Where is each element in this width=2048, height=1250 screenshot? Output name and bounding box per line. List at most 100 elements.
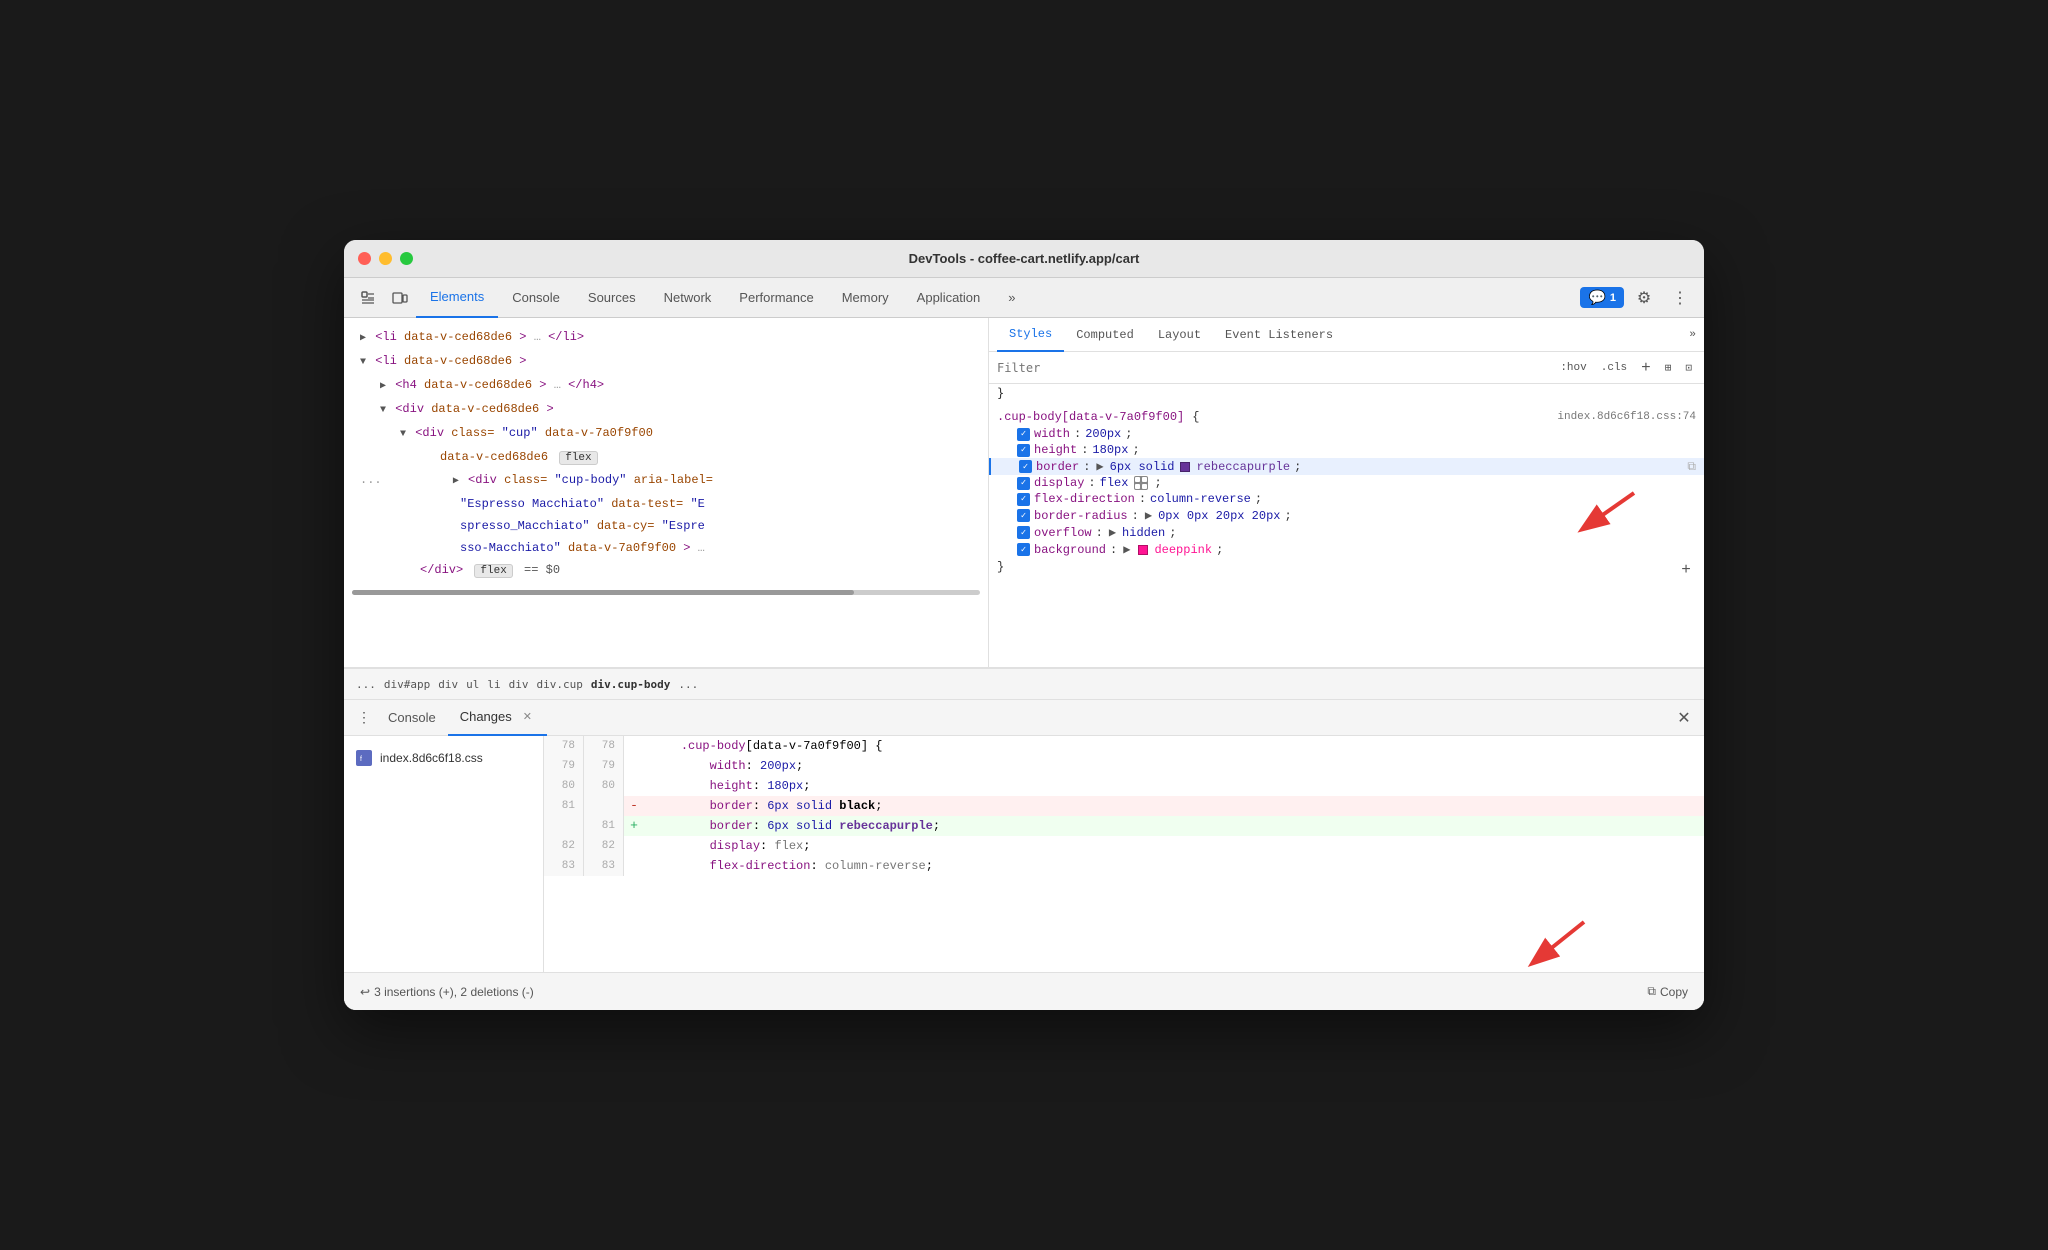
css-property-overflow: overflow : ▶ hidden ; bbox=[989, 524, 1704, 541]
expand-arrow-icon[interactable]: ▼ bbox=[360, 357, 366, 368]
tab-performance[interactable]: Performance bbox=[725, 278, 827, 318]
changes-content: f index.8d6c6f18.css 78 78 .cup-body[dat… bbox=[344, 736, 1704, 972]
expand-arrow-icon[interactable]: ▼ bbox=[380, 405, 386, 416]
expand-arrow-icon[interactable]: ▶ bbox=[380, 381, 386, 392]
cls-button[interactable]: .cls bbox=[1597, 361, 1631, 375]
breadcrumb-item-divcup[interactable]: div.cup bbox=[532, 678, 586, 691]
tab-console-bottom[interactable]: Console bbox=[376, 700, 448, 736]
copy-button[interactable]: ⧉ Copy bbox=[1647, 984, 1688, 999]
tab-application[interactable]: Application bbox=[903, 278, 995, 318]
tab-event-listeners[interactable]: Event Listeners bbox=[1213, 318, 1345, 352]
breadcrumb-item-div2[interactable]: div bbox=[505, 678, 533, 691]
css-checkbox-overflow[interactable] bbox=[1017, 526, 1030, 539]
tab-console[interactable]: Console bbox=[498, 278, 574, 318]
css-checkbox-display[interactable] bbox=[1017, 477, 1030, 490]
copy-text: Copy bbox=[1660, 985, 1688, 999]
toggle-icon[interactable]: ⊞ bbox=[1661, 360, 1676, 376]
dom-line[interactable]: "Espresso Macchiato" data-test= "E bbox=[344, 493, 988, 515]
more-options-icon[interactable]: ⋮ bbox=[1664, 282, 1696, 314]
dom-line[interactable]: spresso_Macchiato" data-cy= "Espre bbox=[344, 515, 988, 537]
filter-input[interactable] bbox=[997, 361, 1548, 375]
tab-sources[interactable]: Sources bbox=[574, 278, 650, 318]
devtools-content: ▶ <li data-v-ced68de6 > … </li> ▼ <li da… bbox=[344, 318, 1704, 1010]
chat-button[interactable]: 💬 1 bbox=[1580, 287, 1624, 308]
sidebar-icon[interactable]: ⊡ bbox=[1681, 360, 1696, 376]
color-swatch-deeppink[interactable] bbox=[1138, 545, 1148, 555]
tab-elements[interactable]: Elements bbox=[416, 278, 498, 318]
bottom-tabs-bar: ⋮ Console Changes ✕ ✕ bbox=[344, 700, 1704, 736]
settings-icon[interactable]: ⚙ bbox=[1628, 282, 1660, 314]
title-bar: DevTools - coffee-cart.netlify.app/cart bbox=[344, 240, 1704, 278]
close-button[interactable] bbox=[358, 252, 371, 265]
close-bottom-panel-button[interactable]: ✕ bbox=[1672, 706, 1696, 730]
dom-line[interactable]: ▶ <li data-v-ced68de6 > … </li> bbox=[344, 326, 988, 350]
css-checkbox-width[interactable] bbox=[1017, 428, 1030, 441]
diff-line: 82 82 display: flex; bbox=[544, 836, 1704, 856]
dom-line[interactable]: data-v-ced68de6 flex bbox=[344, 446, 988, 469]
device-icon[interactable] bbox=[384, 282, 416, 314]
css-rule-header: .cup-body[data-v-7a0f9f00] { index.8d6c6… bbox=[989, 408, 1704, 426]
inspect-icon[interactable] bbox=[352, 282, 384, 314]
svg-text:f: f bbox=[360, 756, 362, 763]
expand-arrow-icon[interactable]: ▶ bbox=[360, 333, 366, 344]
close-changes-tab[interactable]: ✕ bbox=[520, 709, 535, 724]
breadcrumb-item-li[interactable]: li bbox=[483, 678, 504, 691]
diff-view: 78 78 .cup-body[data-v-7a0f9f00] { 79 79… bbox=[544, 736, 1704, 972]
undo-button[interactable]: ↩ 3 insertions (+), 2 deletions (-) bbox=[360, 985, 534, 999]
css-checkbox-height[interactable] bbox=[1017, 444, 1030, 457]
dom-line[interactable]: ▶ <h4 data-v-ced68de6 > … </h4> bbox=[344, 374, 988, 398]
dom-line[interactable]: ▼ <div class= "cup" data-v-7a0f9f00 bbox=[344, 422, 988, 446]
styles-body: .cup-body[data-v-7a0f9f00] { index.8d6c6… bbox=[989, 402, 1704, 586]
tab-changes[interactable]: Changes ✕ bbox=[448, 700, 547, 736]
tab-network[interactable]: Network bbox=[650, 278, 726, 318]
dom-line[interactable]: ... ▶ <div class= "cup-body" aria-label= bbox=[344, 469, 988, 493]
copy-property-button[interactable]: ⧉ bbox=[1687, 460, 1696, 474]
breadcrumb-item-divcupbody[interactable]: div.cup-body bbox=[587, 678, 674, 691]
dom-line[interactable]: ▼ <div data-v-ced68de6 > bbox=[344, 398, 988, 422]
prev-rule-close: } bbox=[989, 384, 1704, 402]
tab-layout[interactable]: Layout bbox=[1146, 318, 1213, 352]
bottom-menu-icon[interactable]: ⋮ bbox=[352, 706, 376, 730]
expand-arrow-icon[interactable]: ▼ bbox=[400, 429, 406, 440]
hov-button[interactable]: :hov bbox=[1556, 361, 1590, 375]
css-source[interactable]: index.8d6c6f18.css:74 bbox=[1557, 411, 1696, 423]
styles-panel: Styles Computed Layout Event Listeners »… bbox=[989, 318, 1704, 667]
breadcrumb-item-ellipsis[interactable]: ... bbox=[352, 678, 380, 691]
tab-memory[interactable]: Memory bbox=[828, 278, 903, 318]
css-close-brace: } + bbox=[989, 558, 1704, 576]
add-style-button[interactable]: + bbox=[1637, 358, 1655, 378]
css-checkbox-border-radius[interactable] bbox=[1017, 509, 1030, 522]
breadcrumb-item-more[interactable]: ... bbox=[674, 678, 702, 691]
css-property-width: width : 200px ; bbox=[989, 426, 1704, 442]
tab-computed[interactable]: Computed bbox=[1064, 318, 1146, 352]
breadcrumb-item-ul[interactable]: ul bbox=[462, 678, 483, 691]
css-checkbox-flex-direction[interactable] bbox=[1017, 493, 1030, 506]
breadcrumb-item-div1[interactable]: div bbox=[434, 678, 462, 691]
css-property-height: height : 180px ; bbox=[989, 442, 1704, 458]
css-checkbox-background[interactable] bbox=[1017, 543, 1030, 556]
css-property-display: display : flex ; bbox=[989, 475, 1704, 491]
styles-tabs: Styles Computed Layout Event Listeners » bbox=[989, 318, 1704, 352]
breadcrumb-item-divapp[interactable]: div#app bbox=[380, 678, 434, 691]
maximize-button[interactable] bbox=[400, 252, 413, 265]
dom-line[interactable]: sso-Macchiato" data-v-7a0f9f00 > … bbox=[344, 537, 988, 559]
add-property-button[interactable]: + bbox=[1676, 560, 1696, 580]
tab-more[interactable]: » bbox=[994, 278, 1029, 318]
dom-scrollbar[interactable] bbox=[352, 590, 980, 595]
bottom-panel: ⋮ Console Changes ✕ ✕ f bbox=[344, 700, 1704, 1010]
changes-sidebar: f index.8d6c6f18.css bbox=[344, 736, 544, 972]
styles-more-tabs[interactable]: » bbox=[1689, 329, 1696, 341]
dom-line[interactable]: </div> flex == $0 bbox=[344, 559, 988, 582]
diff-line: 78 78 .cup-body[data-v-7a0f9f00] { bbox=[544, 736, 1704, 756]
css-file-icon: f bbox=[356, 750, 372, 766]
tab-styles[interactable]: Styles bbox=[997, 318, 1064, 352]
css-selector[interactable]: .cup-body[data-v-7a0f9f00] bbox=[997, 410, 1184, 424]
expand-arrow-icon[interactable]: ▶ bbox=[453, 476, 459, 487]
color-swatch-rebeccapurple[interactable] bbox=[1180, 462, 1190, 472]
css-checkbox-border[interactable] bbox=[1019, 460, 1032, 473]
dom-line[interactable]: ▼ <li data-v-ced68de6 > bbox=[344, 350, 988, 374]
diff-line-added: 81 + border: 6px solid rebeccapurple; bbox=[544, 816, 1704, 836]
styles-filter-bar: :hov .cls + ⊞ ⊡ bbox=[989, 352, 1704, 384]
minimize-button[interactable] bbox=[379, 252, 392, 265]
changes-file-item[interactable]: f index.8d6c6f18.css bbox=[344, 744, 543, 772]
